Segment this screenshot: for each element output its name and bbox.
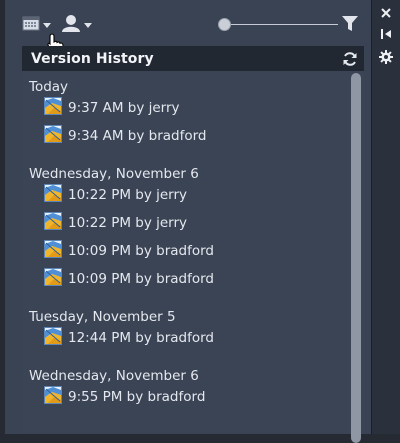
- version-entry[interactable]: 9:55 PM by bradford: [44, 386, 205, 408]
- date-group-header: Tuesday, November 5: [29, 309, 176, 325]
- date-group-header: Wednesday, November 6: [29, 368, 199, 384]
- map-version-icon: [44, 97, 68, 119]
- version-entry[interactable]: 10:22 PM by jerry: [44, 184, 187, 206]
- close-button[interactable]: [372, 3, 400, 23]
- date-group-header: Today: [29, 79, 69, 95]
- panel-header: Version History: [22, 46, 364, 71]
- version-entry-label: 10:22 PM by jerry: [68, 187, 188, 203]
- version-entry-label: 10:09 PM by bradford: [68, 243, 214, 259]
- user-filter-button[interactable]: [61, 14, 92, 36]
- date-group-header: Wednesday, November 6: [29, 166, 199, 182]
- version-entry[interactable]: 10:09 PM by bradford: [44, 240, 214, 262]
- panel-title: Version History: [31, 51, 154, 67]
- calendar-icon: [22, 15, 40, 35]
- map-version-icon: [44, 240, 68, 262]
- scrollbar[interactable]: [348, 71, 364, 443]
- map-version-icon: [44, 386, 68, 408]
- scrollbar-thumb[interactable]: [351, 73, 361, 443]
- version-entry[interactable]: 12:44 PM by bradford: [44, 327, 214, 349]
- version-history-panel: Version History Today 9:37 AM by jerry 9:3…: [22, 46, 364, 443]
- collapse-icon: [381, 29, 391, 39]
- side-rail: [372, 0, 400, 434]
- version-entry-label: 12:44 PM by bradford: [68, 330, 214, 346]
- slider-track: [224, 24, 338, 25]
- gear-icon: [379, 50, 393, 64]
- time-slider[interactable]: [218, 17, 338, 31]
- filter-icon: [341, 15, 359, 37]
- map-version-icon: [44, 268, 68, 290]
- map-version-icon: [44, 212, 68, 234]
- version-entry-label: 9:37 AM by jerry: [68, 100, 180, 116]
- close-icon: [381, 8, 391, 18]
- map-version-icon: [44, 327, 68, 349]
- collapse-button[interactable]: [372, 24, 400, 44]
- filter-button[interactable]: [341, 15, 359, 37]
- version-entry-label: 10:09 PM by bradford: [68, 271, 214, 287]
- version-entry[interactable]: 9:37 AM by jerry: [44, 97, 180, 119]
- version-entry[interactable]: 9:34 AM by bradford: [44, 125, 207, 147]
- chevron-down-icon: [43, 22, 51, 28]
- slider-thumb[interactable]: [218, 18, 231, 31]
- version-entry-label: 9:34 AM by bradford: [68, 128, 207, 144]
- version-list: Today 9:37 AM by jerry 9:34 AM by bradford…: [22, 71, 348, 434]
- map-version-icon: [44, 184, 68, 206]
- refresh-icon[interactable]: [342, 51, 358, 67]
- version-entry[interactable]: 10:22 PM by jerry: [44, 212, 187, 234]
- chevron-down-icon: [84, 22, 92, 28]
- version-entry[interactable]: 10:09 PM by bradford: [44, 268, 214, 290]
- version-history-window: Version History Today 9:37 AM by jerry 9:3…: [5, 0, 372, 443]
- map-version-icon: [44, 125, 68, 147]
- version-entry-label: 9:55 PM by bradford: [68, 389, 206, 405]
- version-entry-label: 10:22 PM by jerry: [68, 215, 188, 231]
- settings-button[interactable]: [372, 47, 400, 67]
